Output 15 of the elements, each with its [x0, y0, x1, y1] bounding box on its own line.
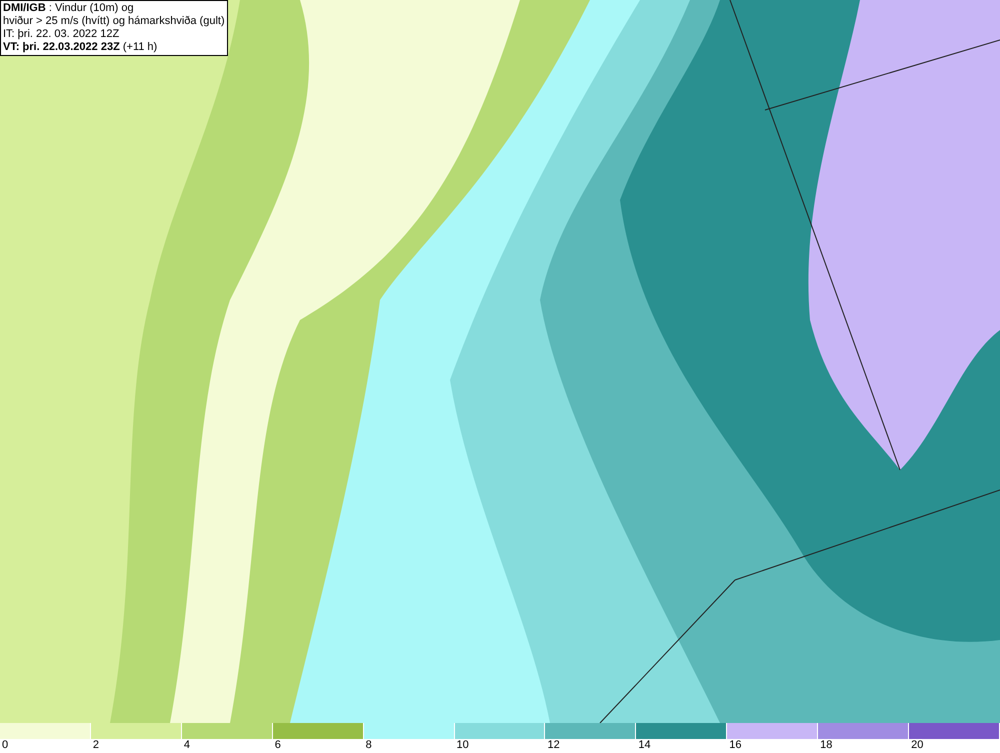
legend-tick-label: 4 [184, 739, 190, 752]
legend-tick-label: 16 [729, 739, 742, 752]
legend-tick-label: 10 [456, 739, 469, 752]
legend-tick-label: 0 [2, 739, 8, 752]
info-text: IT: þri. 22. 03. 2022 12Z [3, 28, 120, 41]
info-text: DMI/IGB : Vindur (10m) og [3, 2, 135, 15]
info-text: hviður > 25 m/s (hvítt) og hámarkshviða (gult) [3, 15, 225, 28]
legend-tick-label: 18 [820, 739, 832, 752]
legend-tick-label: 12 [547, 739, 560, 752]
legend-tick-label: 14 [638, 739, 651, 752]
legend-tick-label: 6 [274, 739, 281, 752]
info-text: VT: þri. 22.03.2022 23Z (+11 h) [3, 41, 158, 54]
legend-tick-label: 2 [92, 739, 100, 752]
legend-tick-label: 20 [911, 739, 924, 752]
legend-tick-label: 8 [366, 739, 372, 752]
